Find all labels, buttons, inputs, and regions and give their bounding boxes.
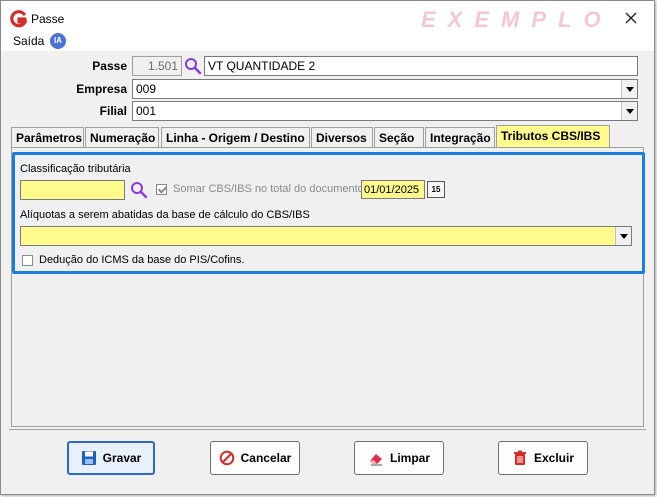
tab-secao[interactable]: Seção — [374, 127, 424, 147]
filial-value: 001 — [136, 104, 157, 118]
filial-label: Filial — [99, 104, 127, 118]
empresa-select[interactable]: 009 — [132, 79, 638, 99]
chevron-down-icon — [625, 108, 634, 114]
menu-bar: Saída IA — [1, 31, 654, 51]
aliquotas-dropdown-arrow[interactable] — [615, 227, 631, 245]
tab-tributos-cbs-ibs[interactable]: Tributos CBS/IBS — [496, 125, 610, 147]
passe-name-field[interactable] — [204, 56, 638, 76]
title-bar: Passe EXEMPLO — [1, 1, 654, 35]
passe-code-field — [132, 56, 182, 76]
search-icon[interactable] — [130, 181, 148, 199]
chevron-down-icon — [619, 233, 628, 239]
ia-assistant-icon[interactable]: IA — [50, 33, 66, 49]
tributos-group-box: Classificação tributária Somar CBS/IBS n… — [12, 152, 645, 274]
filial-dropdown-arrow[interactable] — [621, 102, 637, 120]
aliquotas-select[interactable] — [20, 226, 632, 246]
empresa-value: 009 — [136, 82, 157, 96]
classificacao-label: Classificação tributária — [20, 163, 131, 175]
calendar-icon[interactable]: 15 — [427, 181, 445, 198]
cancel-icon — [219, 450, 234, 466]
excluir-button[interactable]: Excluir — [498, 441, 588, 475]
chevron-down-icon — [625, 86, 634, 92]
tab-diversos[interactable]: Diversos — [311, 127, 373, 147]
cancelar-label: Cancelar — [240, 451, 292, 465]
passe-window: Passe EXEMPLO Saída IA Passe Empresa 009… — [0, 0, 655, 495]
classificacao-field[interactable] — [20, 180, 125, 200]
app-logo-icon — [10, 10, 27, 28]
tab-integracao[interactable]: Integração — [425, 127, 495, 147]
date-field[interactable] — [361, 180, 425, 199]
empresa-label: Empresa — [76, 82, 127, 96]
tab-numeracao[interactable]: Numeração — [85, 127, 159, 147]
tab-panel-tributos: Classificação tributária Somar CBS/IBS n… — [11, 147, 645, 427]
watermark: EXEMPLO — [421, 7, 613, 32]
deducao-icms-checkbox[interactable] — [22, 255, 33, 266]
search-icon[interactable] — [184, 57, 202, 75]
floppy-disk-icon — [81, 451, 96, 465]
eraser-icon — [369, 454, 382, 466]
deducao-icms-label: Dedução do ICMS da base do PIS/Cofins. — [39, 254, 245, 266]
button-bar-divider — [9, 429, 646, 430]
excluir-label: Excluir — [533, 451, 575, 465]
gravar-label: Gravar — [102, 451, 142, 465]
aliquotas-label: Alíquotas a serem abatidas da base de cá… — [20, 209, 310, 221]
gravar-button[interactable]: Gravar — [67, 441, 155, 475]
limpar-button[interactable]: Limpar — [354, 441, 444, 475]
close-icon[interactable] — [622, 9, 640, 27]
passe-label: Passe — [92, 59, 127, 73]
menu-item-saida[interactable]: Saída — [13, 34, 44, 48]
cancelar-button[interactable]: Cancelar — [210, 441, 300, 475]
trash-icon — [513, 450, 526, 465]
tab-parametros[interactable]: Parâmetros — [11, 127, 84, 147]
limpar-label: Limpar — [389, 451, 430, 465]
window-title: Passe — [31, 12, 65, 26]
tab-linha-origem-destino[interactable]: Linha - Origem / Destino — [161, 127, 310, 147]
filial-select[interactable]: 001 — [132, 101, 638, 121]
empresa-dropdown-arrow[interactable] — [621, 80, 637, 98]
somar-cbs-ibs-label: Somar CBS/IBS no total do documento — [173, 183, 364, 195]
somar-cbs-ibs-checkbox[interactable] — [156, 184, 167, 195]
